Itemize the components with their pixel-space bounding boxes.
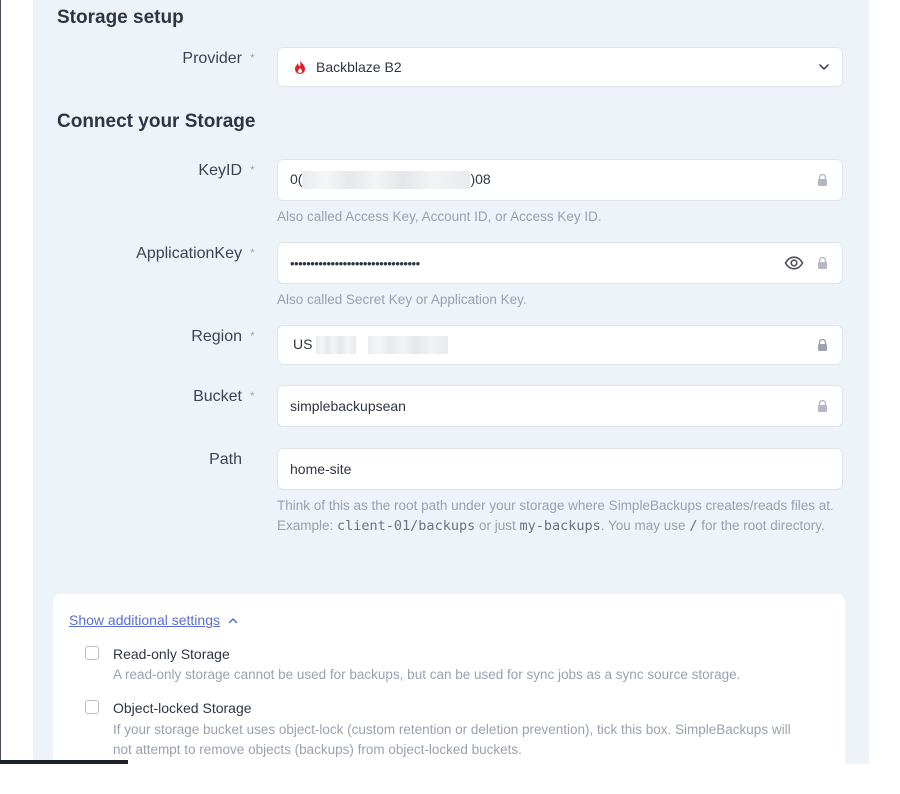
keyid-redacted [302,171,471,190]
path-hint-example: Example: client-01/backups or just my-ba… [277,516,837,536]
object-locked-storage-checkbox[interactable] [85,700,99,714]
bucket-input[interactable]: simplebackupsean [277,385,843,427]
path-example-code-1: client-01/backups [337,518,476,534]
connect-storage-heading: Connect your Storage [57,111,256,132]
lock-icon [818,174,827,186]
bucket-value: simplebackupsean [290,398,406,414]
chevron-down-icon [819,64,829,70]
read-only-storage-desc: A read-only storage cannot be used for b… [113,667,741,682]
keyid-hint: Also called Access Key, Account ID, or A… [277,209,602,224]
bucket-label: Bucket [193,388,242,405]
application-key-value: •••••••••••••••••••••••••••••••• [290,255,420,271]
window-bottom-bar [0,760,128,764]
region-redacted-1 [316,336,357,355]
object-locked-storage-title: Object-locked Storage [113,700,252,716]
region-redacted-2 [368,336,449,355]
provider-value: Backblaze B2 [316,59,402,75]
keyid-value: 0( )08 [278,170,491,190]
provider-required-mark: * [250,51,255,65]
object-locked-storage-desc: If your storage bucket uses object-lock … [113,722,791,757]
path-value: home-site [290,461,352,477]
show-additional-settings-toggle[interactable]: Show additional settings [69,612,238,628]
keyid-input[interactable]: 0( )08 [277,159,843,201]
path-label: Path [209,451,242,468]
keyid-required-mark: * [250,163,255,177]
lock-icon [818,339,827,351]
provider-select[interactable]: Backblaze B2 [277,47,843,87]
additional-settings-label: Show additional settings [69,612,220,628]
path-hint-or: or just [475,518,520,533]
path-input[interactable]: home-site [277,448,843,490]
window-edge [0,0,1,764]
keyid-value-suffix: )08 [470,170,491,187]
lock-icon [818,257,827,269]
path-hint-may-use: . You may use [600,518,690,533]
path-hint-line: Think of this as the root path under you… [277,498,834,513]
eye-icon[interactable] [784,256,804,270]
region-value: US [278,335,449,355]
region-select[interactable]: US [277,325,843,365]
application-key-label: ApplicationKey [136,245,242,262]
chevron-up-icon [228,617,238,623]
region-value-prefix: US [293,335,313,352]
backblaze-flame-icon [295,60,305,74]
read-only-storage-checkbox[interactable] [85,646,99,660]
additional-settings-card: Show additional settings Read-only Stora… [53,594,845,794]
path-hint-example-prefix: Example: [277,518,338,533]
path-hint-for-root: for the root directory. [697,518,825,533]
bucket-required-mark: * [250,389,255,403]
storage-form-panel: Storage setup Provider * Backblaze B2 Co… [33,0,869,794]
lock-icon [818,400,827,412]
application-key-input[interactable]: •••••••••••••••••••••••••••••••• [277,242,843,284]
path-hint: Think of this as the root path under you… [277,496,837,536]
application-key-required-mark: * [250,246,255,260]
keyid-label: KeyID [198,162,242,179]
storage-setup-heading: Storage setup [57,7,184,28]
region-required-mark: * [250,329,255,343]
keyid-value-prefix: 0( [290,170,303,187]
read-only-storage-title: Read-only Storage [113,646,230,662]
region-label: Region [191,328,242,345]
provider-label: Provider [182,50,242,67]
application-key-hint: Also called Secret Key or Application Ke… [277,292,527,307]
path-example-code-2: my-backups [519,518,601,534]
